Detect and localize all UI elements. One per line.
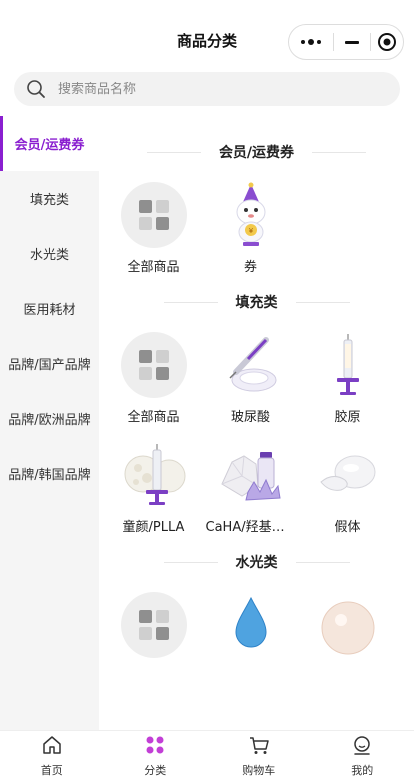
profile-icon	[351, 734, 373, 760]
tab-category[interactable]: 分类	[104, 731, 208, 780]
tab-label: 购物车	[242, 763, 276, 777]
tab-label: 首页	[40, 763, 63, 777]
category-label: CaHA/羟基磷灰石	[205, 520, 296, 535]
search-icon	[14, 79, 58, 99]
category-sidebar: 会员/运费券 填充类 水光类 医用耗材 品牌/国产品牌 品牌/欧洲品牌 品牌/韩…	[0, 116, 99, 730]
product-grid	[99, 580, 414, 672]
category-label: 全部商品	[127, 260, 180, 275]
syringe-sphere-icon	[121, 442, 187, 508]
syringe-icon	[315, 332, 381, 398]
category-cell-caha[interactable]: CaHA/羟基磷灰石	[202, 430, 299, 540]
sidebar-item-european-brands[interactable]: 品牌/欧洲品牌	[0, 391, 99, 446]
divider	[163, 561, 218, 563]
category-label: 玻尿酸	[230, 410, 270, 425]
category-cell-all[interactable]	[105, 580, 202, 672]
sidebar-item-korean-brands[interactable]: 品牌/韩国品牌	[0, 446, 99, 501]
category-content: 会员/运费券 全部商品 ¥ 券 填充类 全部商品 玻尿酸 胶原 童颜/PLLA …	[99, 116, 414, 672]
svg-text:¥: ¥	[248, 227, 253, 235]
section-title: 填充类	[99, 284, 414, 320]
mini-program-capsule	[288, 24, 404, 60]
implant-icon	[315, 442, 381, 508]
more-icon[interactable]	[289, 25, 333, 59]
sidebar-item-label: 医用耗材	[23, 303, 76, 318]
category-cell-pearl[interactable]	[299, 580, 396, 672]
category-cell-all[interactable]: 全部商品	[105, 170, 202, 280]
app: 商品分类 会员/运费券 填充类 水光类 医用耗材 品牌/国产品牌 品牌/欧洲品牌…	[0, 0, 414, 780]
sidebar-item-membership[interactable]: 会员/运费券	[0, 116, 99, 171]
category-label: 全部商品	[127, 410, 180, 425]
category-label: 券	[243, 260, 257, 275]
grid-icon	[120, 332, 187, 398]
category-cell-coupon[interactable]: ¥ 券	[202, 170, 299, 280]
product-grid: 全部商品 ¥ 券	[99, 170, 414, 280]
grid-icon	[120, 182, 187, 248]
crystal-vial-icon	[218, 442, 284, 508]
category-label: 胶原	[334, 410, 361, 425]
divider	[146, 151, 201, 153]
section-title-text: 会员/运费券	[218, 145, 295, 161]
water-drop-icon	[218, 592, 284, 658]
grid-icon	[120, 592, 187, 658]
tab-label: 分类	[144, 763, 167, 777]
pearl-icon	[315, 592, 381, 658]
sidebar-item-label: 填充类	[29, 193, 69, 208]
sidebar-item-domestic-brands[interactable]: 品牌/国产品牌	[0, 336, 99, 391]
section-title: 会员/运费券	[99, 134, 414, 170]
divider	[312, 151, 367, 153]
tab-cart[interactable]: 购物车	[207, 731, 311, 780]
coupon-mascot-icon: ¥	[218, 182, 284, 248]
tab-home[interactable]: 首页	[0, 731, 104, 780]
product-grid: 全部商品 玻尿酸 胶原 童颜/PLLA CaHA/羟基磷 假体	[99, 320, 414, 540]
tab-profile[interactable]: 我的	[311, 731, 414, 780]
sidebar-item-medical-supplies[interactable]: 医用耗材	[0, 281, 99, 336]
sidebar-item-fillers[interactable]: 填充类	[0, 171, 99, 226]
divider	[295, 561, 350, 563]
category-cell-water-light[interactable]	[202, 580, 299, 672]
divider	[295, 301, 350, 303]
sidebar-item-label: 会员/运费券	[14, 138, 85, 153]
title-bar: 商品分类	[0, 0, 414, 64]
section-title: 水光类	[99, 544, 414, 580]
syringe-gel-icon	[218, 332, 284, 398]
sidebar-item-hydration[interactable]: 水光类	[0, 226, 99, 281]
category-grid-icon	[144, 734, 166, 760]
search-bar[interactable]	[14, 72, 400, 106]
sidebar-item-label: 品牌/欧洲品牌	[8, 413, 91, 428]
category-label: 童颜/PLLA	[122, 520, 185, 535]
divider	[163, 301, 218, 303]
section-title-text: 填充类	[235, 295, 278, 311]
category-cell-implant[interactable]: 假体	[299, 430, 396, 540]
tab-label: 我的	[351, 763, 374, 777]
minimize-icon[interactable]	[334, 25, 370, 59]
home-icon	[41, 734, 63, 760]
sidebar-item-label: 品牌/国产品牌	[8, 358, 91, 373]
category-cell-collagen[interactable]: 胶原	[299, 320, 396, 430]
category-label: 假体	[334, 520, 361, 535]
category-cell-plla[interactable]: 童颜/PLLA	[105, 430, 202, 540]
bottom-tab-bar: 首页 分类 购物车 我的	[0, 730, 414, 780]
category-cell-all[interactable]: 全部商品	[105, 320, 202, 430]
close-target-icon[interactable]	[371, 25, 403, 59]
section-title-text: 水光类	[235, 555, 278, 571]
cart-icon	[248, 734, 270, 760]
category-cell-hyaluronic-acid[interactable]: 玻尿酸	[202, 320, 299, 430]
sidebar-item-label: 水光类	[29, 248, 69, 263]
search-input[interactable]	[58, 81, 358, 97]
sidebar-item-label: 品牌/韩国品牌	[8, 468, 91, 483]
